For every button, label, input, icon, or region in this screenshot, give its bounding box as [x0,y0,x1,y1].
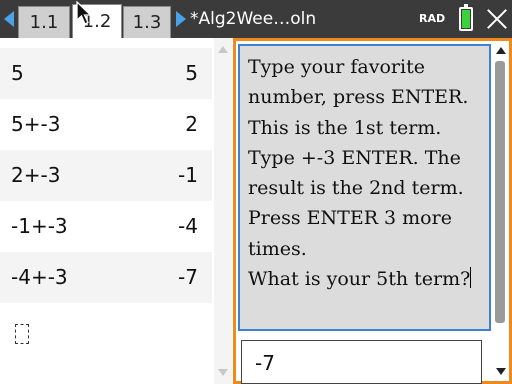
history-row[interactable]: 2+-3 -1 [0,150,212,201]
calculator-panel[interactable]: 5 5 5+-3 2 2+-3 -1 -1+-3 -4 -4+-3 -7 [0,38,233,384]
history-row[interactable]: 5+-3 2 [0,99,212,150]
angle-mode-indicator: RAD [419,12,446,25]
top-bar: 1.1 1.2 1.3 *Alg2Wee…oln RAD [0,0,512,38]
scroll-down-arrow-icon[interactable] [496,368,506,375]
scrollbar-thumb[interactable] [495,61,505,323]
history-result: 5 [185,61,198,85]
calculator-entry-line[interactable] [15,324,29,344]
tab-label: 1.3 [132,12,162,33]
question-line: Press ENTER 3 more [248,207,452,230]
question-line: What is your 5th term? [248,268,471,291]
question-line: times. [248,237,307,260]
question-panel[interactable]: Type your favorite number, press ENTER. … [233,38,512,384]
question-text: Type your favorite number, press ENTER. … [248,52,488,294]
tab-label: 1.1 [29,12,59,33]
battery-icon [459,4,473,31]
scroll-down-arrow-icon[interactable] [218,369,228,376]
history-expression: 2+-3 [11,163,61,187]
question-line: Type +-3 ENTER. The [248,146,461,169]
history-result: 2 [185,112,198,136]
history-row[interactable]: 5 5 [0,48,212,99]
question-line: result is the 2nd term. [248,177,464,200]
question-line: number, press ENTER. [248,86,469,109]
question-line: This is the 1st term. [248,116,442,139]
question-line: Type your favorite [248,56,425,78]
history-result: -1 [178,163,198,187]
scroll-up-arrow-icon[interactable] [496,47,506,54]
question-text-box[interactable]: Type your favorite number, press ENTER. … [238,44,491,331]
document-title[interactable]: *Alg2Wee…oln [190,0,316,38]
text-caret [470,267,472,289]
answer-value: -7 [255,351,275,375]
history-expression: 5+-3 [11,112,61,136]
previous-page-arrow-icon[interactable] [2,0,16,38]
tab-1-3[interactable]: 1.3 [123,6,171,38]
question-scrollbar[interactable] [493,41,509,381]
tab-1-1[interactable]: 1.1 [18,6,70,38]
history-expression: -1+-3 [11,214,68,238]
mouse-pointer-icon [76,1,93,25]
history-expression: -4+-3 [11,265,68,289]
history-result: -4 [178,214,198,238]
history-expression: 5 [11,61,24,85]
close-icon[interactable] [484,6,510,32]
question-line-last: What is your 5th term? [248,264,488,294]
next-page-arrow-icon[interactable] [174,0,188,38]
history-result: -7 [178,265,198,289]
history-row[interactable]: -1+-3 -4 [0,201,212,252]
answer-input[interactable]: -7 [241,340,482,384]
scroll-up-arrow-icon[interactable] [218,46,228,53]
calculator-scrollbar[interactable] [214,38,232,384]
history-row[interactable]: -4+-3 -7 [0,252,212,303]
